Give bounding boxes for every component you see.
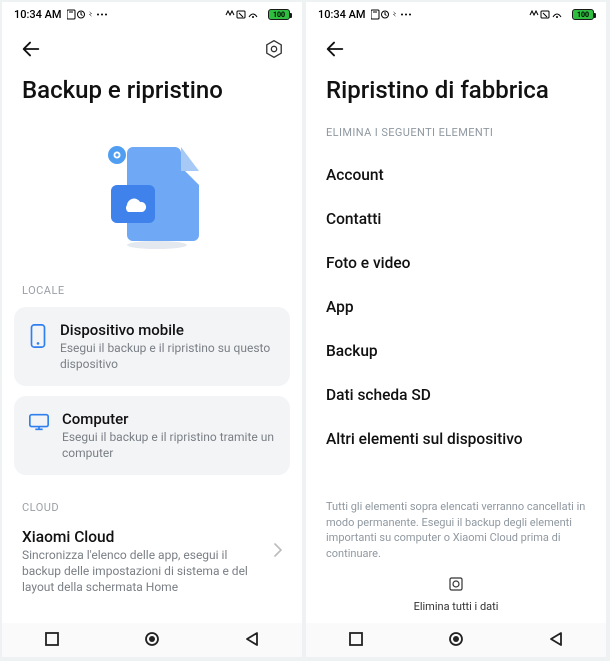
- erase-all-button[interactable]: Elimina tutti i dati: [306, 569, 606, 623]
- status-bar: 10:34 AM: [306, 2, 606, 24]
- mobile-card-title: Dispositivo mobile: [60, 321, 276, 339]
- computer-card-title: Computer: [62, 410, 276, 428]
- status-time: 10:34 AM: [318, 8, 366, 21]
- list-item[interactable]: Altri elementi sul dispositivo: [306, 417, 606, 461]
- page-title: Backup e ripristino: [2, 70, 302, 118]
- list-item[interactable]: Backup: [306, 329, 606, 373]
- nav-back[interactable]: [245, 631, 259, 650]
- battery-icon: 100: [572, 9, 594, 20]
- back-button[interactable]: [324, 38, 346, 64]
- status-bar: 10:34 AM: [2, 2, 302, 24]
- cloud-sub: Sincronizza l'elenco delle app, esegui i…: [22, 548, 266, 595]
- list-item[interactable]: Foto e video: [306, 241, 606, 285]
- status-right-icons: [527, 9, 567, 20]
- nav-bar: [306, 623, 606, 657]
- screen-backup-restore: 10:34 AM: [2, 2, 302, 657]
- footer-warning: Tutti gli elementi sopra elencati verran…: [306, 489, 606, 569]
- section-local-label: LOCALE: [2, 268, 302, 307]
- page-title: Ripristino di fabbrica: [306, 70, 606, 118]
- monitor-icon: [28, 410, 50, 432]
- screen-factory-reset: 10:34 AM: [306, 2, 606, 657]
- settings-button[interactable]: [264, 39, 284, 63]
- status-left-icons: [371, 9, 413, 20]
- nav-home[interactable]: [144, 631, 160, 651]
- back-button[interactable]: [20, 38, 42, 64]
- list-item[interactable]: Dati scheda SD: [306, 373, 606, 417]
- cloud-title: Xiaomi Cloud: [22, 528, 266, 546]
- erase-icon: [306, 575, 606, 596]
- nav-recent[interactable]: [45, 631, 59, 650]
- list-item[interactable]: Account: [306, 153, 606, 197]
- mobile-card-sub: Esegui il backup e il ripristino su ques…: [60, 341, 276, 372]
- battery-icon: 100: [268, 9, 290, 20]
- section-cloud-label: CLOUD: [2, 485, 302, 524]
- mobile-device-card[interactable]: Dispositivo mobile Esegui il backup e il…: [14, 307, 290, 386]
- status-right-icons: [223, 9, 263, 20]
- status-time: 10:34 AM: [14, 8, 62, 21]
- erase-label: Elimina tutti i dati: [414, 600, 499, 613]
- list-item[interactable]: App: [306, 285, 606, 329]
- nav-home[interactable]: [448, 631, 464, 651]
- backup-illustration: [2, 118, 302, 268]
- list-item[interactable]: Contatti: [306, 197, 606, 241]
- xiaomi-cloud-row[interactable]: Xiaomi Cloud Sincronizza l'elenco delle …: [2, 524, 302, 595]
- nav-back[interactable]: [549, 631, 563, 650]
- nav-recent[interactable]: [349, 631, 363, 650]
- computer-card-sub: Esegui il backup e il ripristino tramite…: [62, 430, 276, 461]
- chevron-right-icon: [274, 528, 282, 561]
- phone-icon: [28, 321, 48, 349]
- nav-bar: [2, 623, 302, 657]
- status-left-icons: [67, 9, 109, 20]
- erase-section-head: ELIMINA I SEGUENTI ELEMENTI: [306, 118, 606, 153]
- computer-card[interactable]: Computer Esegui il backup e il ripristin…: [14, 396, 290, 475]
